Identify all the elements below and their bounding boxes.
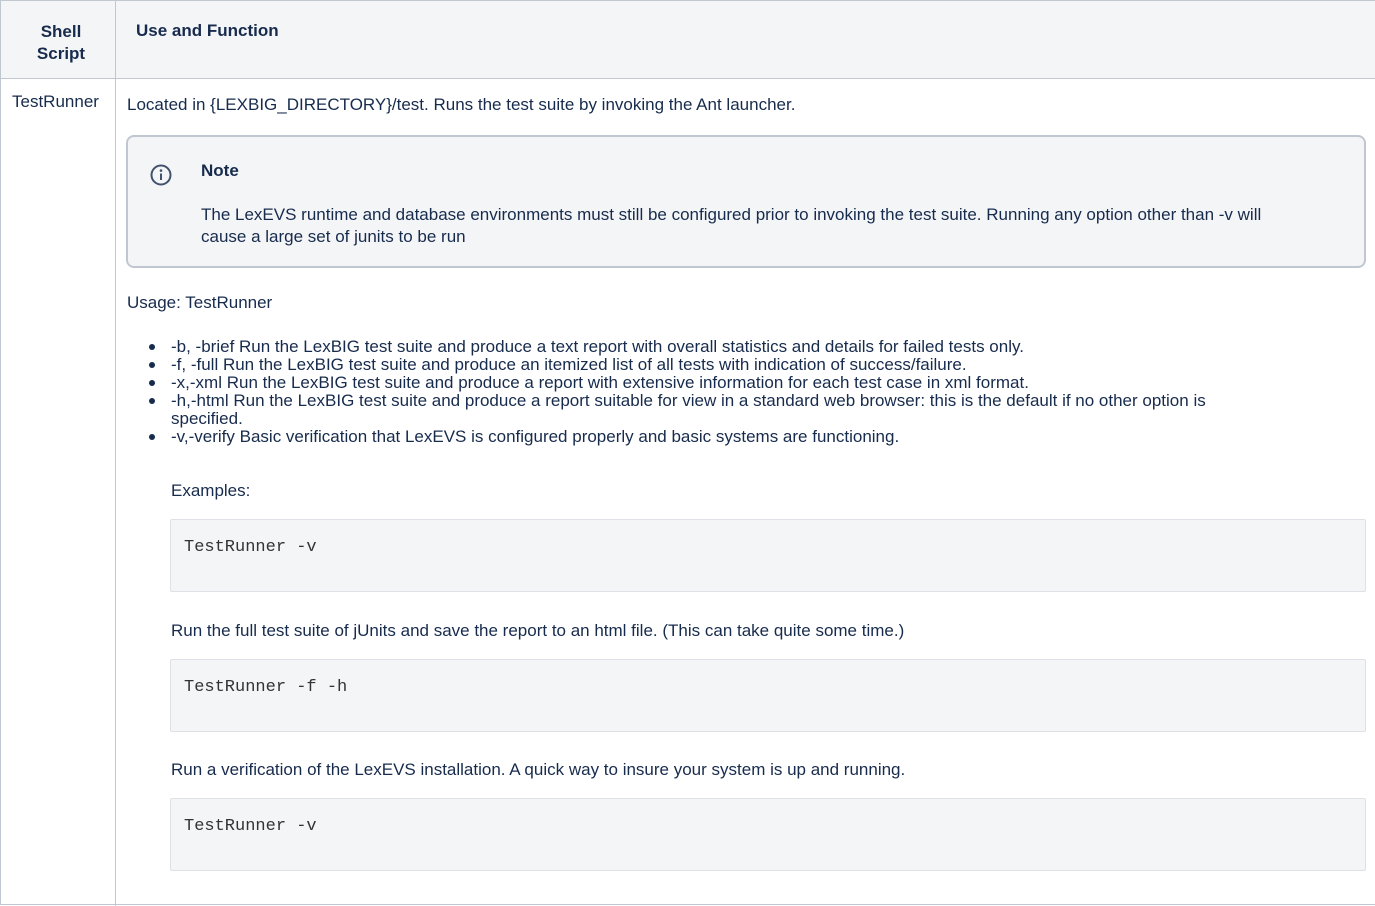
list-item: -h,-html Run the LexBIG test suite and p… [145, 392, 1245, 428]
note-title: Note [201, 161, 239, 180]
code-block-example-2[interactable]: TestRunner -f -h [170, 659, 1366, 732]
options-list: -b, -brief Run the LexBIG test suite and… [145, 338, 1245, 446]
script-name-cell: TestRunner [12, 92, 99, 111]
examples-label: Examples: [171, 481, 251, 500]
code-block-example-1[interactable]: TestRunner -v [170, 519, 1366, 592]
code-text: TestRunner -f -h [184, 678, 348, 697]
shell-script-table: Shell Script Use and Function TestRunner… [0, 0, 1375, 906]
option-text: -f, -full Run the LexBIG test suite and … [171, 355, 967, 374]
bullet [149, 362, 155, 368]
option-text: -x,-xml Run the LexBIG test suite and pr… [171, 373, 1029, 392]
list-item: -x,-xml Run the LexBIG test suite and pr… [145, 374, 1245, 392]
list-item: -v,-verify Basic verification that LexEV… [145, 428, 1245, 446]
option-text: -v,-verify Basic verification that LexEV… [171, 427, 900, 446]
note-body: The LexEVS runtime and database environm… [201, 205, 1262, 246]
header-use-and-function: Use and Function [136, 21, 279, 40]
table-header-row: Shell Script Use and Function [1, 1, 1375, 79]
note-panel: Note The LexEVS runtime and database env… [126, 135, 1366, 268]
option-text: -b, -brief Run the LexBIG test suite and… [171, 337, 1024, 356]
example-3-description: Run a verification of the LexEVS install… [171, 760, 906, 779]
bullet [149, 344, 155, 350]
column-divider [115, 1, 116, 906]
code-block-example-3[interactable]: TestRunner -v [170, 798, 1366, 871]
code-text: TestRunner -v [184, 538, 317, 557]
example-2-description: Run the full test suite of jUnits and sa… [171, 621, 905, 640]
info-icon [150, 164, 172, 186]
bullet [149, 398, 155, 404]
script-description: Located in {LEXBIG_DIRECTORY}/test. Runs… [127, 95, 796, 114]
code-text: TestRunner -v [184, 817, 317, 836]
bullet [149, 380, 155, 386]
bullet [149, 434, 155, 440]
header-shell-script: Shell Script [36, 22, 86, 63]
option-text: -h,-html Run the LexBIG test suite and p… [171, 391, 1206, 428]
list-item: -b, -brief Run the LexBIG test suite and… [145, 338, 1245, 356]
list-item: -f, -full Run the LexBIG test suite and … [145, 356, 1245, 374]
usage-line: Usage: TestRunner [127, 293, 273, 312]
